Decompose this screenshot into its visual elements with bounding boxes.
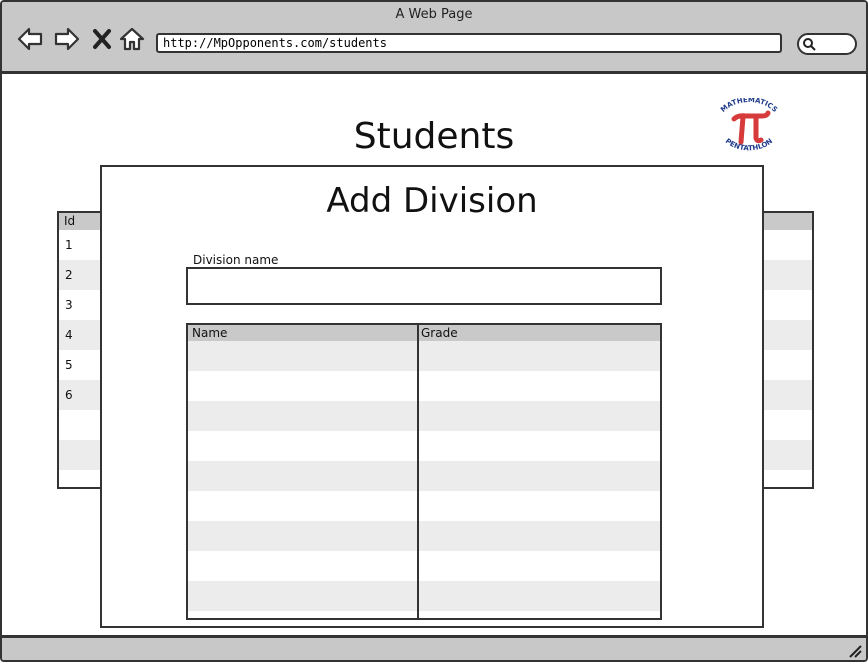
add-division-dialog: Add Division Division name Name Grade <box>100 165 764 628</box>
url-input[interactable] <box>156 33 782 53</box>
table-row[interactable] <box>188 371 660 401</box>
table-row[interactable] <box>188 581 660 611</box>
resize-grip-icon[interactable] <box>848 644 862 658</box>
table-row[interactable] <box>188 431 660 461</box>
column-divider <box>417 325 419 618</box>
table-row[interactable] <box>188 461 660 491</box>
column-header-grade[interactable]: Grade <box>421 325 458 341</box>
forward-arrow-icon[interactable] <box>53 26 81 52</box>
pi-logo: MATHEMATICS PENTATHLON <box>710 98 788 160</box>
table-row[interactable] <box>188 521 660 551</box>
status-bar <box>2 635 866 660</box>
division-name-input[interactable] <box>186 267 662 305</box>
back-arrow-icon[interactable] <box>16 26 44 52</box>
table-row[interactable] <box>188 551 660 581</box>
column-header-name[interactable]: Name <box>192 325 227 341</box>
table-row[interactable] <box>188 401 660 431</box>
search-field[interactable] <box>797 33 857 55</box>
logo-text-bottom: PENTATHLON <box>724 137 774 153</box>
division-name-label: Division name <box>193 253 279 267</box>
svg-text:PENTATHLON: PENTATHLON <box>724 137 774 153</box>
home-icon[interactable] <box>118 26 146 52</box>
search-icon <box>803 38 816 51</box>
division-students-grid: Name Grade <box>186 323 662 620</box>
dialog-title: Add Division <box>326 181 538 221</box>
grid-header: Name Grade <box>188 325 660 341</box>
browser-toolbar: A Web Page <box>2 2 866 74</box>
table-row[interactable] <box>188 341 660 371</box>
browser-window: A Web Page Students MATHEMATICS <box>0 0 868 662</box>
close-x-icon[interactable] <box>90 26 114 52</box>
window-title: A Web Page <box>395 7 473 22</box>
table-row[interactable] <box>188 491 660 521</box>
